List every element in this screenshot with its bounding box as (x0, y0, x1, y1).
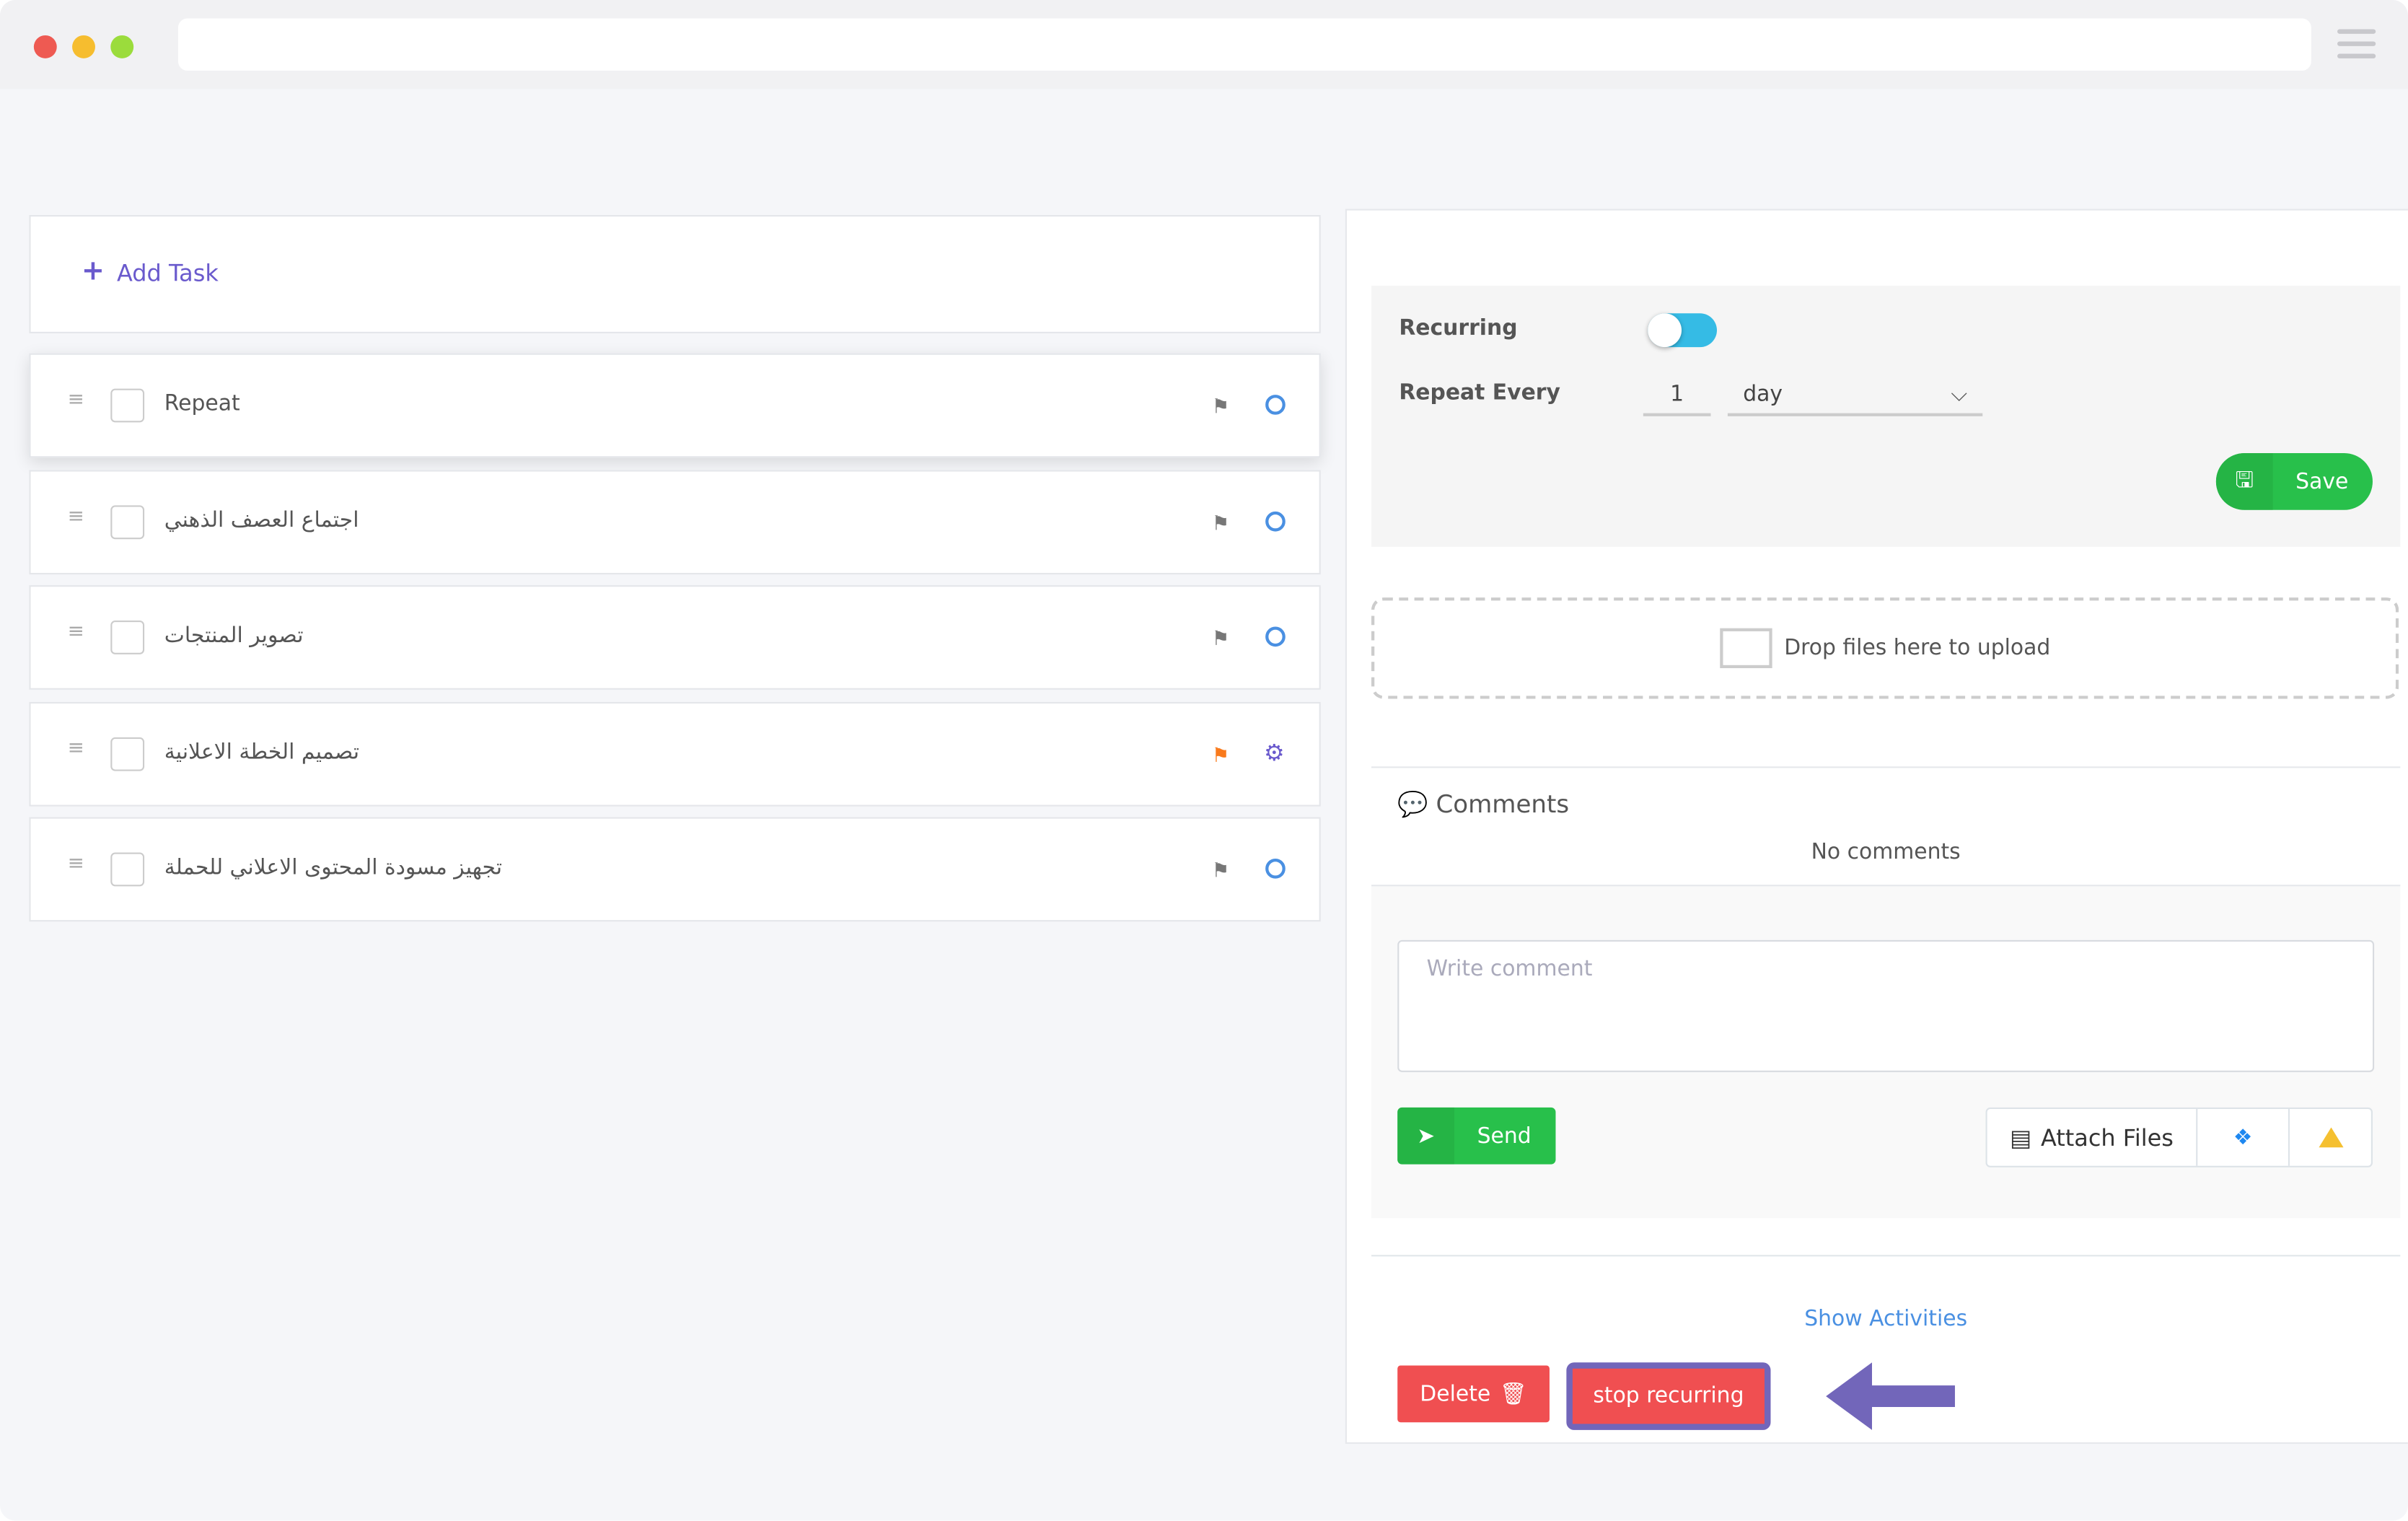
gears-icon[interactable]: ⚙ (1264, 738, 1285, 766)
repeat-every-label: Repeat Every (1399, 380, 1560, 406)
paper-plane-icon: ➤ (1397, 1107, 1454, 1165)
task-row[interactable]: ≡ اجتماع العصف الذهني ⚑ (29, 469, 1321, 574)
hamburger-menu-icon[interactable] (2337, 29, 2376, 66)
drag-handle-icon[interactable]: ≡ (68, 622, 84, 642)
clock-icon[interactable] (1265, 395, 1286, 415)
comment-icon: 💬 (1397, 789, 1428, 819)
task-checkbox[interactable] (110, 736, 145, 771)
comment-textarea[interactable]: Write comment (1397, 939, 2375, 1072)
flag-icon[interactable]: ⚑ (1212, 512, 1230, 535)
image-upload-icon (1719, 628, 1772, 669)
task-row[interactable]: ≡ تصميم الخطة الاعلانية ⚑ ⚙ (29, 701, 1321, 806)
chevron-down-icon: ⌵ (1951, 382, 1967, 408)
delete-button[interactable]: Delete 🗑 (1397, 1365, 1550, 1423)
task-name: تجهيز مسودة المحتوى الاعلاني للحملة (164, 855, 503, 880)
file-icon: ▤ (2009, 1123, 2032, 1152)
clock-icon[interactable] (1265, 626, 1286, 647)
task-row[interactable]: ≡ تجهيز مسودة المحتوى الاعلاني للحملة ⚑ (29, 817, 1321, 922)
stop-recurring-highlight: stop recurring (1566, 1362, 1771, 1430)
drag-handle-icon[interactable]: ≡ (68, 854, 84, 875)
save-button[interactable]: 🖫 Save (2215, 452, 2373, 510)
floppy-disk-icon: 🖫 (2215, 452, 2273, 510)
flag-icon[interactable]: ⚑ (1212, 744, 1230, 767)
task-name: اجتماع العصف الذهني (164, 507, 359, 532)
task-checkbox[interactable] (110, 504, 145, 539)
address-bar[interactable] (177, 18, 2311, 71)
flag-icon[interactable]: ⚑ (1212, 628, 1230, 652)
interval-input[interactable]: 1 (1643, 374, 1711, 416)
recurring-toggle[interactable] (1648, 313, 1717, 348)
dropbox-button[interactable]: ❖ (2197, 1108, 2290, 1166)
comments-heading: 💬 Comments (1397, 789, 1570, 819)
google-drive-icon (2318, 1127, 2343, 1148)
dropbox-icon: ❖ (2233, 1125, 2253, 1150)
maximize-window-button[interactable] (110, 35, 134, 58)
browser-topbar (0, 0, 2408, 89)
drag-handle-icon[interactable]: ≡ (68, 390, 84, 411)
recurring-settings: Recurring Repeat Every 1 day ⌵ 🖫 Save (1371, 285, 2401, 547)
clock-icon[interactable] (1265, 858, 1286, 879)
close-window-button[interactable] (33, 35, 57, 58)
trash-icon: 🗑 (1500, 1381, 1527, 1406)
task-checkbox[interactable] (110, 621, 145, 654)
app-window: + Add Task ≡ Repeat ⚑ ≡ اجتماع العصف الذه… (0, 0, 2408, 1521)
task-row[interactable]: ≡ Repeat ⚑ (29, 353, 1321, 458)
task-detail-panel: Recurring Repeat Every 1 day ⌵ 🖫 Save Dr… (1345, 209, 2408, 1445)
attach-group: ▤ Attach Files ❖ (1985, 1107, 2373, 1167)
clock-icon[interactable] (1265, 510, 1286, 531)
add-task-panel: + Add Task (29, 215, 1321, 333)
task-name: تصوير المنتجات (164, 623, 304, 649)
task-name: تصميم الخطة الاعلانية (164, 740, 360, 765)
send-button[interactable]: ➤ Send (1397, 1107, 1556, 1165)
stop-recurring-button[interactable]: stop recurring (1572, 1368, 1765, 1424)
unit-select[interactable]: day ⌵ (1727, 374, 1983, 416)
task-checkbox[interactable] (110, 388, 145, 423)
comment-form: Write comment ➤ Send ▤ Attach Files ❖ (1371, 885, 2401, 1219)
file-dropzone[interactable]: Drop files here to upload (1371, 597, 2399, 699)
task-checkbox[interactable] (110, 852, 145, 887)
flag-icon[interactable]: ⚑ (1212, 860, 1230, 883)
flag-icon[interactable]: ⚑ (1212, 396, 1230, 419)
task-name: Repeat (164, 391, 240, 416)
google-drive-button[interactable] (2290, 1109, 2371, 1166)
no-comments-text: No comments (1811, 840, 1961, 865)
attach-files-button[interactable]: ▤ Attach Files (1987, 1108, 2198, 1166)
show-activities-link[interactable]: Show Activities (1371, 1307, 2400, 1332)
arrow-left-icon (1826, 1362, 1955, 1430)
add-task-button[interactable]: + Add Task (81, 255, 219, 288)
drag-handle-icon[interactable]: ≡ (68, 738, 84, 758)
recurring-label: Recurring (1399, 316, 1518, 341)
drag-handle-icon[interactable]: ≡ (68, 506, 84, 526)
minimize-window-button[interactable] (72, 35, 95, 58)
plus-icon: + (81, 255, 105, 288)
task-row[interactable]: ≡ تصوير المنتجات ⚑ (29, 585, 1321, 690)
